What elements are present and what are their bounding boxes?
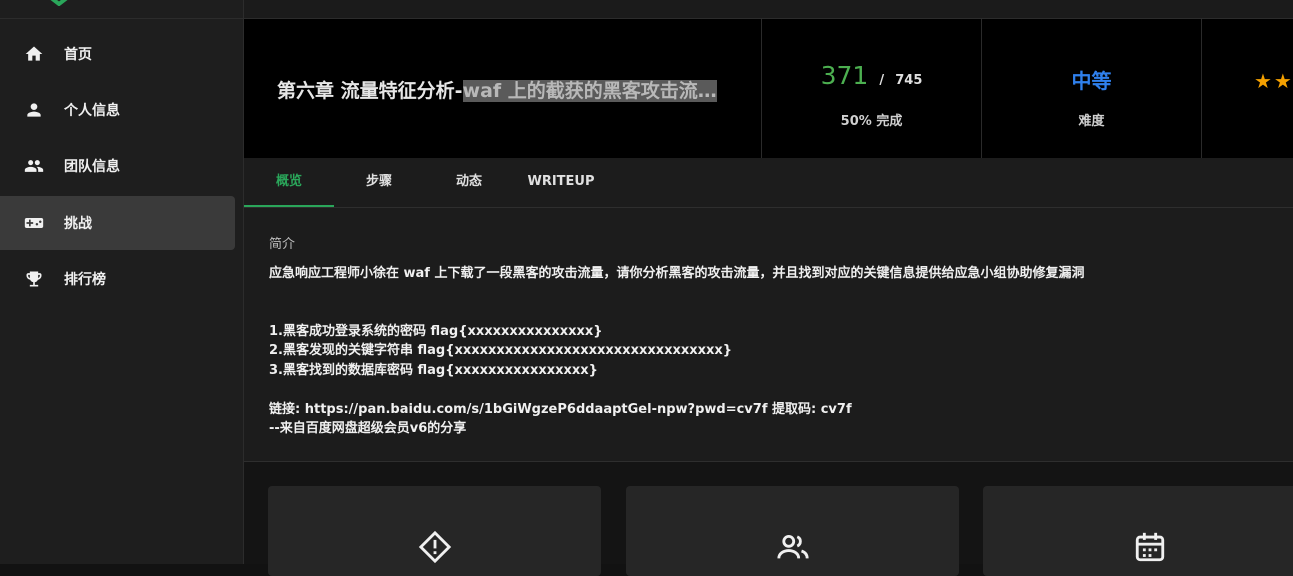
sidebar-item-profile[interactable]: 个人信息 bbox=[0, 83, 235, 137]
card-schedule[interactable] bbox=[983, 486, 1293, 576]
total-count: 745 bbox=[895, 73, 923, 88]
person-icon bbox=[27, 103, 41, 117]
group-icon bbox=[24, 160, 44, 172]
tab-steps[interactable]: 步骤 bbox=[334, 158, 424, 207]
sidebar-item-label: 团队信息 bbox=[64, 159, 120, 175]
overview-panel: 简介 应急响应工程师小徐在 waf 上下载了一段黑客的攻击流量，请你分析黑客的攻… bbox=[244, 208, 1293, 462]
tab-overview[interactable]: 概览 bbox=[244, 158, 334, 207]
top-bar bbox=[244, 0, 1293, 19]
completion-label: 50% 完成 bbox=[840, 114, 903, 129]
difficulty-value-row: 中等 bbox=[982, 65, 1201, 94]
alert-diamond-icon bbox=[418, 530, 451, 564]
star-icon: ★★ bbox=[1254, 69, 1293, 93]
home-icon bbox=[25, 46, 43, 61]
gamepad-icon bbox=[24, 218, 44, 228]
sidebar-item-label: 排行榜 bbox=[64, 272, 106, 288]
people-icon bbox=[776, 534, 809, 559]
difficulty-stat: 中等 难度 bbox=[981, 19, 1201, 158]
solved-count-row: 371 / 745 bbox=[762, 61, 981, 90]
difficulty-label: 难度 bbox=[1078, 114, 1105, 129]
task-item: 1.黑客成功登录系统的密码 flag{xxxxxxxxxxxxxxx} bbox=[269, 324, 603, 339]
challenge-description: 应急响应工程师小徐在 waf 上下载了一段黑客的攻击流量，请你分析黑客的攻击流量… bbox=[269, 266, 1085, 281]
section-title: 简介 bbox=[269, 237, 296, 252]
count-separator: / bbox=[879, 73, 885, 88]
download-link[interactable]: 链接: https://pan.baidu.com/s/1bGiWgzeP6dd… bbox=[269, 398, 852, 417]
sidebar-item-label: 个人信息 bbox=[64, 103, 120, 119]
tab-activity[interactable]: 动态 bbox=[424, 158, 514, 207]
logo-icon[interactable] bbox=[44, 0, 74, 6]
sidebar-item-leaderboard[interactable]: 排行榜 bbox=[0, 252, 235, 306]
info-cards bbox=[244, 462, 1293, 576]
solved-stat: 371 / 745 50% 完成 bbox=[761, 19, 981, 158]
sidebar: 首页 个人信息 团队信息 挑战 排行榜 bbox=[0, 0, 244, 564]
tab-bar: 概览 步骤 动态 WRITEUP bbox=[244, 158, 1293, 208]
trophy-icon bbox=[26, 271, 42, 287]
sidebar-item-label: 首页 bbox=[64, 47, 92, 63]
page-title: 第六章 流量特征分析-waf 上的截获的黑客攻击流… bbox=[277, 76, 717, 103]
sidebar-item-label: 挑战 bbox=[64, 216, 92, 232]
share-source: --来自百度网盘超级会员v6的分享 bbox=[269, 421, 467, 436]
rating-stat: ★★ bbox=[1201, 19, 1293, 158]
title-highlight: waf 上的截获的黑客攻击流… bbox=[462, 80, 717, 102]
challenge-header: 第六章 流量特征分析-waf 上的截获的黑客攻击流… 371 / 745 50%… bbox=[244, 19, 1293, 158]
title-box: 第六章 流量特征分析-waf 上的截获的黑客攻击流… bbox=[244, 19, 761, 158]
difficulty-value: 中等 bbox=[1071, 69, 1112, 93]
sidebar-item-team[interactable]: 团队信息 bbox=[0, 139, 235, 193]
calendar-icon bbox=[1135, 532, 1164, 562]
tab-writeup[interactable]: WRITEUP bbox=[514, 158, 608, 207]
card-participants[interactable] bbox=[626, 486, 959, 576]
solved-count: 371 bbox=[820, 61, 869, 90]
card-report[interactable] bbox=[268, 486, 601, 576]
logo-area bbox=[0, 0, 243, 19]
task-item: 3.黑客找到的数据库密码 flag{xxxxxxxxxxxxxxxx} bbox=[269, 363, 598, 378]
sidebar-item-challenge[interactable]: 挑战 bbox=[0, 196, 235, 250]
task-item: 2.黑客发现的关键字符串 flag{xxxxxxxxxxxxxxxxxxxxxx… bbox=[269, 343, 733, 358]
sidebar-item-home[interactable]: 首页 bbox=[0, 27, 235, 81]
title-prefix: 第六章 流量特征分析- bbox=[277, 80, 463, 102]
